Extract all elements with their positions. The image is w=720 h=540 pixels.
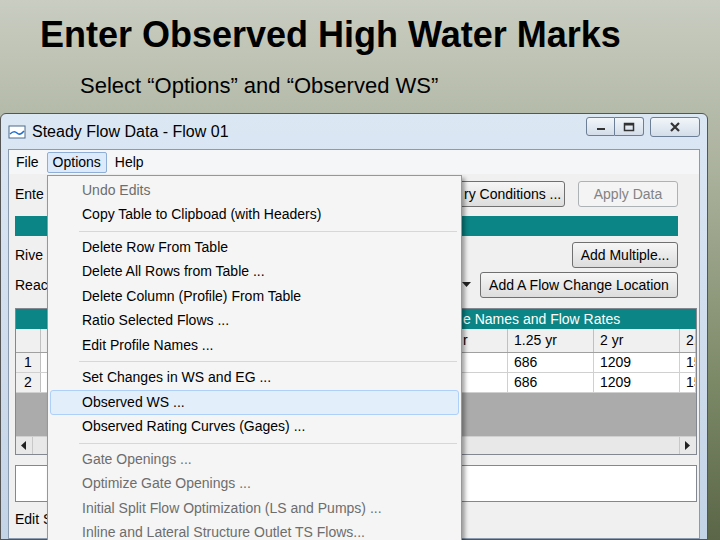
app-icon xyxy=(8,124,26,140)
boundary-conditions-button[interactable]: ry Conditions ... xyxy=(453,181,565,207)
column-header[interactable]: 1.25 yr xyxy=(508,329,594,352)
title-bar: Steady Flow Data - Flow 01 xyxy=(8,114,700,149)
slide-subtitle: Select “Options” and “Observed WS” xyxy=(0,72,720,100)
slide: Enter Observed High Water Marks Select “O… xyxy=(0,0,720,540)
arrow-right-icon xyxy=(685,441,691,450)
menu-bar-item[interactable]: File xyxy=(10,152,45,173)
menu-bar-item[interactable]: Options xyxy=(47,152,107,173)
menu-item[interactable]: Initial Split Flow Optimization (LS and … xyxy=(50,496,459,521)
arrow-left-icon xyxy=(21,441,27,450)
table-cell[interactable]: 686 xyxy=(508,353,594,372)
minimize-icon xyxy=(596,123,606,131)
options-menu: Undo EditsCopy Table to Clipboad (with H… xyxy=(47,175,462,540)
menu-separator xyxy=(48,227,461,235)
column-header[interactable]: r xyxy=(462,329,508,352)
menu-bar: FileOptionsHelp xyxy=(9,150,699,174)
menu-separator xyxy=(48,358,461,366)
column-header[interactable]: 2. xyxy=(680,329,696,352)
table-cell[interactable]: 1209 xyxy=(594,353,680,372)
menu-item[interactable]: Ratio Selected Flows ... xyxy=(50,309,459,334)
scroll-left-button[interactable] xyxy=(16,437,33,454)
menu-item[interactable]: Set Changes in WS and EG ... xyxy=(50,366,459,391)
menu-item[interactable]: Gate Openings ... xyxy=(50,447,459,472)
table-cell[interactable]: 15 xyxy=(680,373,696,392)
slide-title: Enter Observed High Water Marks xyxy=(0,0,720,58)
scroll-right-button[interactable] xyxy=(679,437,696,454)
maximize-button[interactable] xyxy=(615,117,644,136)
menu-item[interactable]: Inline and Lateral Structure Outlet TS F… xyxy=(50,521,459,540)
slide-header: Enter Observed High Water Marks Select “O… xyxy=(0,0,720,113)
menu-item[interactable]: Delete Row From Table xyxy=(50,235,459,260)
menu-item[interactable]: Edit Profile Names ... xyxy=(50,333,459,358)
close-icon xyxy=(668,121,682,133)
window-title: Steady Flow Data - Flow 01 xyxy=(32,120,229,144)
minimize-button[interactable] xyxy=(586,117,615,136)
menu-item[interactable]: Undo Edits xyxy=(50,178,459,203)
table-title: e Names and Flow Rates xyxy=(462,309,620,330)
menu-item[interactable]: Observed Rating Curves (Gages) ... xyxy=(50,415,459,440)
apply-data-button[interactable]: Apply Data xyxy=(578,181,678,207)
maximize-icon xyxy=(623,122,635,132)
table-cell[interactable]: 1209 xyxy=(594,373,680,392)
menu-item[interactable]: Optimize Gate Openings ... xyxy=(50,472,459,497)
menu-bar-item[interactable]: Help xyxy=(109,152,150,173)
add-flow-change-button[interactable]: Add A Flow Change Location xyxy=(480,272,678,298)
menu-item[interactable]: Delete Column (Profile) From Table xyxy=(50,284,459,309)
menu-item[interactable]: Copy Table to Clipboad (with Headers) xyxy=(50,203,459,228)
dropdown-arrow-icon xyxy=(462,282,471,288)
row-number: 2 xyxy=(16,373,41,392)
close-button[interactable] xyxy=(650,117,700,137)
table-cell[interactable]: 15 xyxy=(680,353,696,372)
menu-item[interactable]: Observed WS ... xyxy=(50,390,459,415)
table-cell[interactable]: 686 xyxy=(508,373,594,392)
row-number: 1 xyxy=(16,353,41,372)
menu-separator xyxy=(48,439,461,447)
add-multiple-button[interactable]: Add Multiple... xyxy=(572,242,678,268)
menu-item[interactable]: Delete All Rows from Table ... xyxy=(50,260,459,285)
column-header[interactable]: 2 yr xyxy=(594,329,680,352)
